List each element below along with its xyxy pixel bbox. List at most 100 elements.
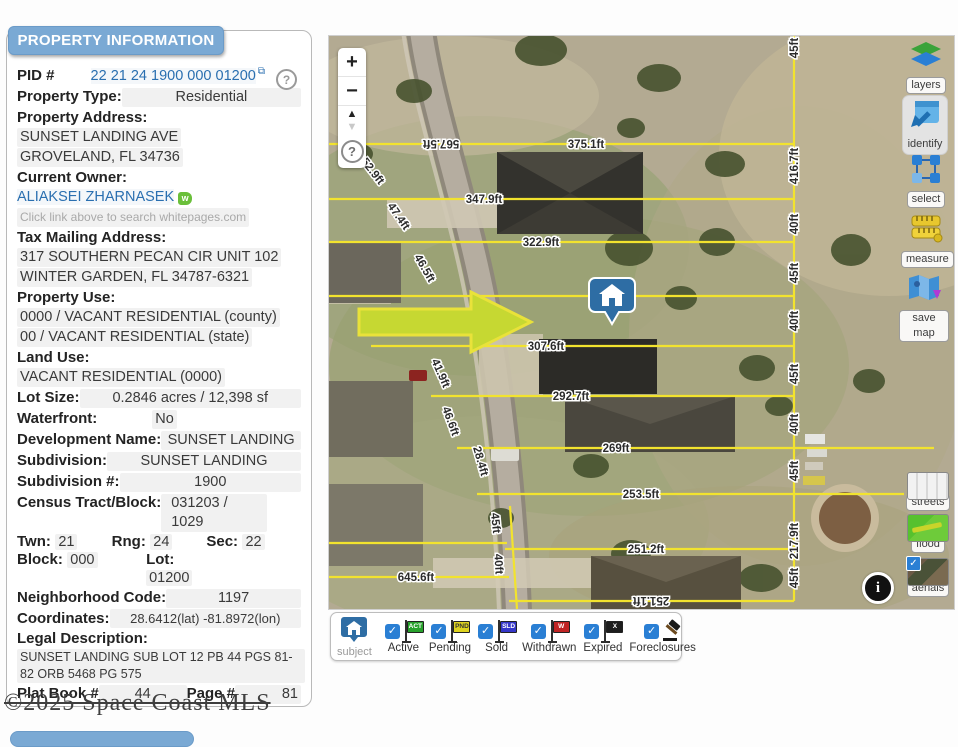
legend-subject: subject [337,615,372,658]
coordinates-value: 28.6412(lat) -81.8972(lon) [110,609,301,628]
land-use-label: Land Use: [17,349,90,366]
legal-description-row: Legal Description: SUNSET LANDING SUB LO… [17,629,301,683]
property-address-label: Property Address: [17,109,147,126]
layers-icon [909,40,943,70]
map-info-button[interactable]: i [862,572,894,604]
svg-text:322.9ft: 322.9ft [523,237,560,249]
census-row: Census Tract/Block: 031203 / 1029 [17,493,301,532]
subdivision-label: Subdivision: [17,451,107,470]
subdivision-row: Subdivision: SUNSET LANDING [17,451,301,471]
map-canvas: 567.5ft 375.1ft 347.9ft 322.9ft 307.6ft … [329,36,954,609]
subject-pin-icon [341,615,367,642]
owner-link[interactable]: ALIAKSEI ZHARNASEK [17,189,174,205]
svg-text:40ft: 40ft [789,311,801,332]
measure-label: measure [901,251,954,268]
sec-value: 22 [242,534,264,550]
development-name-value: SUNSET LANDING [161,431,301,450]
pid-label: PID # [17,66,55,85]
twn-value: 21 [55,534,77,550]
lot-size-row: Lot Size: 0.2846 acres / 12,398 sf [17,388,301,408]
development-name-row: Development Name: SUNSET LANDING [17,430,301,450]
land-use-value: VACANT RESIDENTIAL (0000) [17,368,225,387]
active-flag-icon: ACT [402,620,422,642]
tool-select[interactable]: select [901,152,951,208]
waterfront-row: Waterfront: No [17,409,301,429]
svg-text:567.5ft: 567.5ft [423,137,460,149]
svg-text:269ft: 269ft [603,443,630,455]
svg-text:45ft: 45ft [789,38,801,59]
tool-measure[interactable]: measure [901,212,951,268]
save-map-label: save map [899,310,949,342]
active-checkbox[interactable]: ✓ [385,624,400,639]
layers-label: layers [906,77,945,94]
svg-text:40ft: 40ft [789,414,801,435]
pan-control[interactable]: ▲▼ [338,106,366,136]
panel-help-icon[interactable]: ? [276,69,297,90]
svg-text:251.1ft: 251.1ft [633,594,670,606]
svg-text:251.2ft: 251.2ft [628,544,665,556]
lot-size-value: 0.2846 acres / 12,398 sf [80,389,302,408]
map-legend-bar: subject ✓ ACT Active ✓ PND Pending ✓ SLD… [330,612,682,661]
sec-label: Sec: [206,533,238,550]
tool-save-map[interactable]: save map [899,272,949,342]
expired-checkbox[interactable]: ✓ [584,624,599,639]
current-owner-row: Current Owner: ALIAKSEI ZHARNASEKw Click… [17,168,301,227]
expired-flag-icon: X [601,620,621,642]
tool-layers[interactable]: layers [901,40,951,94]
sold-flag-icon: SLD [495,620,515,642]
sold-checkbox[interactable]: ✓ [478,624,493,639]
legal-description-label: Legal Description: [17,630,148,647]
zoom-out-button[interactable]: − [338,77,366,106]
subdivision-number-value: 1900 [120,473,301,492]
tool-identify[interactable]: identify [903,96,947,154]
lot-size-label: Lot Size: [17,388,80,407]
tax-mailing-label: Tax Mailing Address: [17,229,166,246]
external-link-icon: ⧉ [258,66,265,77]
legend-item-foreclosures: ✓ Foreclosures [629,620,695,654]
save-map-icon [905,272,943,304]
map-help-icon[interactable]: ? [341,140,364,163]
flood-thumbnail [907,514,949,542]
foreclosures-checkbox[interactable]: ✓ [644,624,659,639]
active-label: Active [385,642,422,654]
basemap-streets[interactable]: streets [903,472,953,511]
block-label: Block: [17,551,63,568]
subdivision-value: SUNSET LANDING [107,452,301,471]
census-value: 031203 / 1029 [171,494,257,532]
neighborhood-code-label: Neighborhood Code: [17,588,166,607]
basemap-aerials[interactable]: ✓ aerials [903,558,953,597]
select-icon [909,152,943,184]
pending-checkbox[interactable]: ✓ [431,624,446,639]
basemap-flood[interactable]: flood [903,514,953,553]
copyright-watermark: ©2025 Space Coast MLS [4,690,271,717]
owner-hint: Click link above to search whitepages.co… [17,208,249,227]
legend-item-expired: ✓ X Expired [583,620,622,654]
svg-text:307.6ft: 307.6ft [528,341,565,353]
land-use-row: Land Use: VACANT RESIDENTIAL (0000) [17,348,301,387]
property-information-header[interactable]: PROPERTY INFORMATION [8,26,224,55]
zoom-in-button[interactable]: + [338,48,366,77]
lot-value: 01200 [146,570,192,586]
next-section-tab-partial[interactable] [10,731,194,747]
legend-item-pending: ✓ PND Pending [429,620,471,654]
sold-label: Sold [478,642,515,654]
property-type-label: Property Type: [17,87,122,106]
pid-link[interactable]: 22 21 24 1900 000 01200 [91,68,256,84]
map-zoom-controls: + − ▲▼ ? [338,48,366,168]
expired-label: Expired [583,642,622,654]
coordinates-row: Coordinates: 28.6412(lat) -81.8972(lon) [17,609,301,628]
property-type-value: Residential [122,88,301,107]
block-lot-row: Block: 000 Lot:01200 [17,551,301,587]
svg-text:645.6ft: 645.6ft [398,572,435,584]
svg-text:40ft: 40ft [789,214,801,235]
property-address-line2: GROVELAND, FL 34736 [17,148,183,167]
withdrawn-checkbox[interactable]: ✓ [531,624,546,639]
foreclosures-label: Foreclosures [629,642,695,654]
svg-text:292.7ft: 292.7ft [553,391,590,403]
development-name-label: Development Name: [17,430,161,449]
twn-rng-sec-row: Twn: 21 Rng: 24 Sec: 22 [17,533,301,551]
identify-label: identify [904,137,947,152]
block-value: 000 [67,552,97,568]
aerial-map[interactable]: 567.5ft 375.1ft 347.9ft 322.9ft 307.6ft … [328,35,955,610]
tax-mailing-line1: 317 SOUTHERN PECAN CIR UNIT 102 [17,248,281,267]
